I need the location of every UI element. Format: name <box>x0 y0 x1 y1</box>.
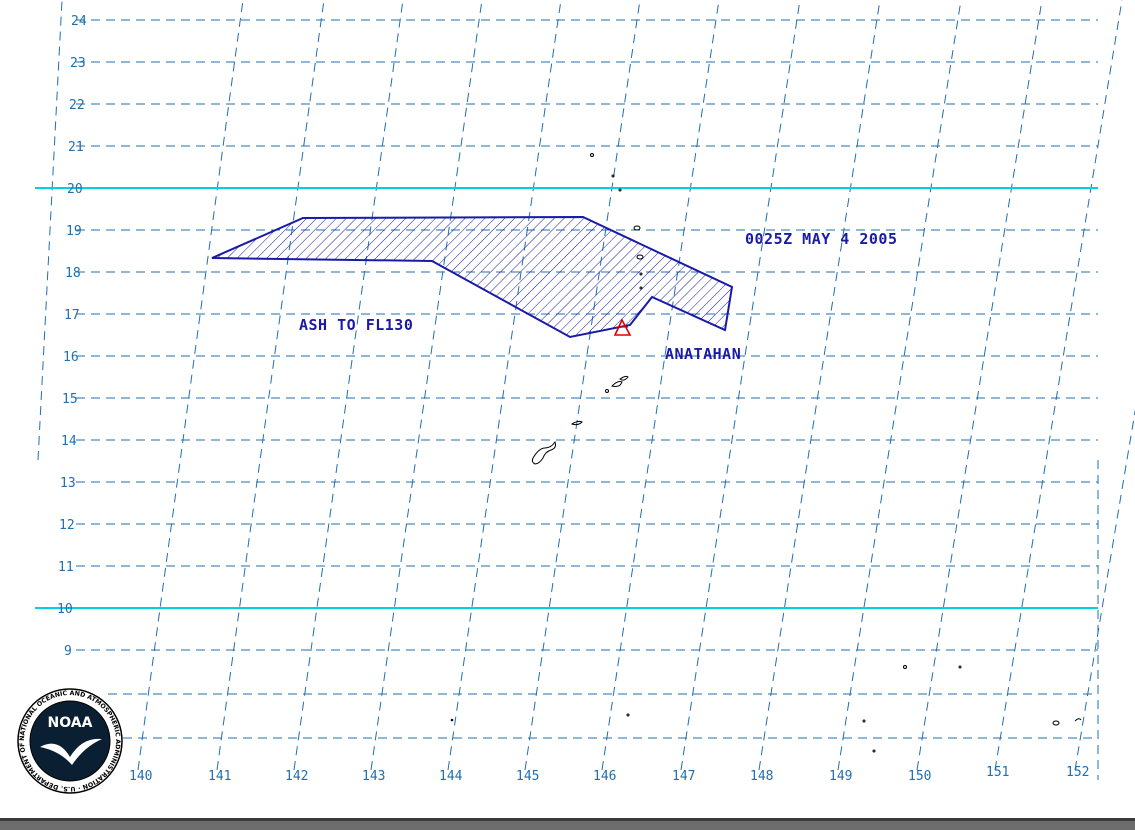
latitude-label: 24 <box>71 14 87 29</box>
longitude-gridline <box>916 0 1043 771</box>
longitude-gridline <box>524 0 641 771</box>
bottom-bar <box>0 818 1135 830</box>
longitude-gridline <box>137 0 244 771</box>
graticule <box>37 0 1135 780</box>
longitude-label: 147 <box>672 769 695 784</box>
latitude-label: 17 <box>64 308 80 323</box>
longitude-label: 146 <box>593 769 616 784</box>
latitude-label: 16 <box>63 350 79 365</box>
longitude-gridline <box>680 0 801 771</box>
ash-cloud-polygon <box>211 215 734 339</box>
longitude-label: 151 <box>986 765 1009 780</box>
latitude-label: 21 <box>68 140 84 155</box>
longitude-gridline <box>37 0 63 461</box>
volcano-name-label: ANATAHAN <box>665 345 741 363</box>
longitude-label: 143 <box>362 769 385 784</box>
ash-height-label: ASH TO FL130 <box>299 316 413 334</box>
longitude-gridline <box>837 0 962 771</box>
longitude-label: 142 <box>285 769 308 784</box>
latitude-label: 9 <box>64 644 72 659</box>
longitude-label: 152 <box>1066 765 1089 780</box>
longitude-label: 145 <box>516 769 539 784</box>
longitude-label: 148 <box>750 769 773 784</box>
longitude-gridline <box>994 0 1123 771</box>
latitude-label: 11 <box>58 560 74 575</box>
latitude-label: 15 <box>62 392 78 407</box>
latitude-label: 20 <box>67 182 83 197</box>
longitude-label: 144 <box>439 769 463 784</box>
noaa-logo: NOAA NATIONAL OCEANIC AND ATMOSPHERIC AD… <box>17 688 123 794</box>
advisory-time-label: 0025Z MAY 4 2005 <box>745 230 898 248</box>
latitude-label: 22 <box>69 98 85 113</box>
latitude-label: 12 <box>59 518 75 533</box>
ash-advisory-map: 24 23 22 21 20 19 18 17 16 15 14 13 12 11 10 9 140 141 14… <box>0 0 1135 830</box>
longitude-gridline <box>216 0 325 771</box>
latitude-label: 14 <box>61 434 77 449</box>
longitude-gridline <box>758 0 881 771</box>
longitude-label: 140 <box>129 769 152 784</box>
latitude-label: 19 <box>66 224 82 239</box>
longitude-label: 150 <box>908 769 931 784</box>
longitude-label: 149 <box>829 769 852 784</box>
longitude-labels: 140 141 142 143 144 145 146 147 148 149 150 151 152 <box>129 765 1089 784</box>
latitude-label: 18 <box>65 266 81 281</box>
logo-text: NOAA <box>48 715 93 731</box>
latitude-labels: 24 23 22 21 20 19 18 17 16 15 14 13 12 11 10 9 <box>57 14 87 659</box>
map-canvas: 2423222120191817161514131211109 140 141 14… <box>17 0 1135 794</box>
latitude-label: 10 <box>57 602 73 617</box>
longitude-gridline <box>293 0 404 771</box>
longitude-gridline <box>1074 408 1135 771</box>
latitude-label: 23 <box>70 56 86 71</box>
latitude-label: 13 <box>60 476 76 491</box>
longitude-label: 141 <box>208 769 231 784</box>
longitude-gridline <box>370 0 483 771</box>
